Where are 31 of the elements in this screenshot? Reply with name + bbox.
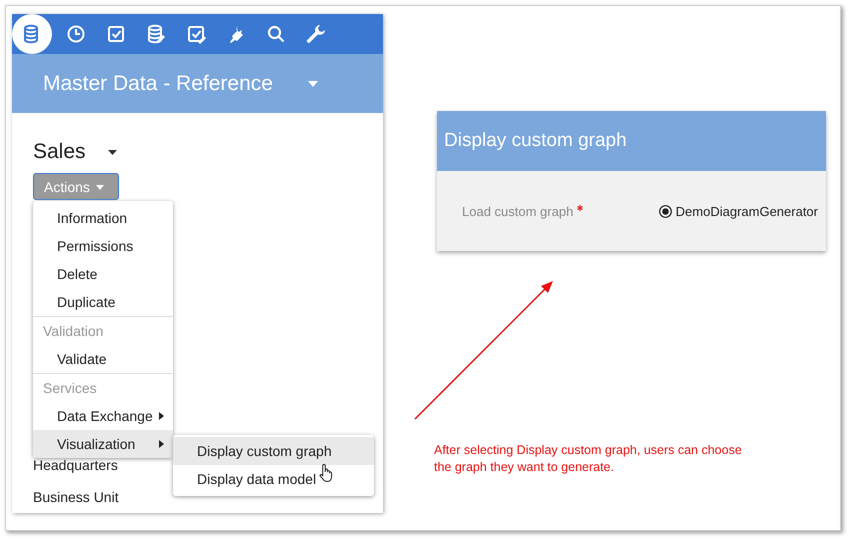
menu-section-header: Validation: [42, 322, 104, 341]
menu-item[interactable]: Validate: [33, 345, 173, 373]
checkbox-edit-icon: [186, 24, 206, 44]
dialog-title: Display custom graph: [444, 130, 627, 152]
wrench-icon: [306, 24, 326, 44]
menu-item[interactable]: Duplicate: [33, 288, 173, 316]
menu-item[interactable]: Delete: [33, 260, 173, 288]
radio-option[interactable]: DemoDiagramGenerator: [658, 204, 818, 218]
toolbar-button[interactable]: [12, 14, 52, 54]
hand-cursor-icon: [319, 463, 335, 483]
database-edit-icon: [146, 24, 166, 44]
field-label: Load custom graph: [462, 204, 574, 218]
checkbox-icon: [106, 24, 126, 44]
menu-item[interactable]: Display data model: [173, 465, 374, 493]
annotation-note: After selecting Display custom graph, users can choose the graph they want to generate.: [434, 442, 743, 476]
submenu-arrow-icon: [159, 412, 164, 420]
menu-item[interactable]: Data Exchange: [33, 402, 173, 430]
menu-item[interactable]: Information: [33, 204, 173, 232]
page-title: Master Data - Reference: [43, 72, 274, 96]
caret-icon: [96, 185, 104, 190]
list-item[interactable]: Business Unit: [33, 481, 119, 513]
search-icon: [266, 24, 286, 44]
menu-item[interactable]: Display custom graph: [173, 437, 374, 465]
caret-icon[interactable]: [108, 150, 117, 154]
submenu-arrow-icon: [159, 440, 164, 448]
menu-section-header: Services: [42, 379, 98, 398]
menu-item[interactable]: Permissions: [33, 232, 173, 260]
section-title: Sales: [33, 140, 86, 164]
clock-icon: [66, 24, 86, 44]
radio-icon[interactable]: [658, 204, 672, 218]
menu-item[interactable]: Visualization: [33, 430, 173, 458]
